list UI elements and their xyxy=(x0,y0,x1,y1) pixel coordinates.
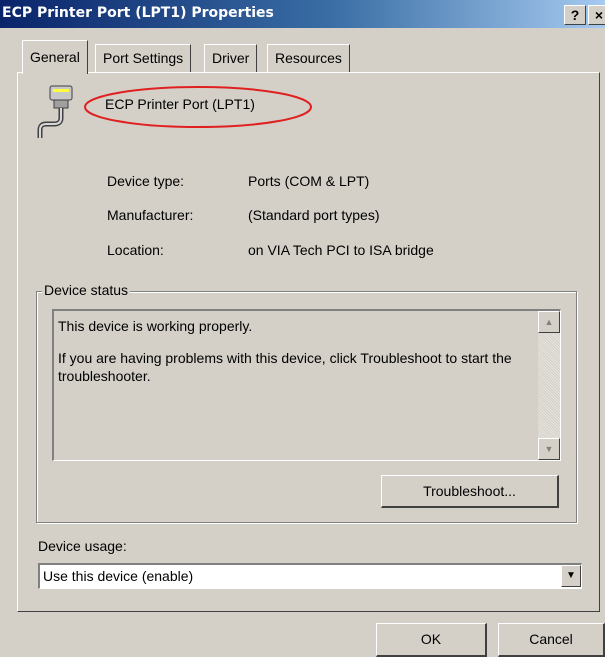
device-type-label: Device type: xyxy=(107,173,185,189)
scroll-down-icon[interactable]: ▼ xyxy=(538,438,560,460)
device-status-box[interactable]: This device is working properly. If you … xyxy=(52,309,561,461)
help-button[interactable]: ? xyxy=(564,5,586,25)
device-type-value: Ports (COM & LPT) xyxy=(248,173,370,189)
ok-button[interactable]: OK xyxy=(376,623,487,657)
tab-general[interactable]: General xyxy=(22,40,88,74)
status-line-2: If you are having problems with this dev… xyxy=(58,350,512,384)
tab-driver[interactable]: Driver xyxy=(204,44,258,72)
scroll-up-icon[interactable]: ▲ xyxy=(538,311,560,333)
device-usage-select[interactable]: Use this device (enable) ▼ xyxy=(38,563,582,589)
location-label: Location: xyxy=(107,242,164,258)
device-usage-label: Device usage: xyxy=(38,538,127,554)
title-bar[interactable]: ECP Printer Port (LPT1) Properties ? × xyxy=(0,0,605,28)
close-button[interactable]: × xyxy=(588,5,605,25)
properties-dialog: ECP Printer Port (LPT1) Properties ? × G… xyxy=(0,0,605,657)
window-title: ECP Printer Port (LPT1) Properties xyxy=(2,5,274,21)
tab-resources[interactable]: Resources xyxy=(267,44,350,72)
cancel-button[interactable]: Cancel xyxy=(498,623,605,657)
location-value: on VIA Tech PCI to ISA bridge xyxy=(248,242,434,258)
chevron-down-icon[interactable]: ▼ xyxy=(561,565,581,587)
highlight-ellipse xyxy=(84,86,312,128)
device-status-text: This device is working properly. If you … xyxy=(58,317,528,399)
manufacturer-label: Manufacturer: xyxy=(107,207,194,223)
status-line-1: This device is working properly. xyxy=(58,318,253,334)
device-usage-value: Use this device (enable) xyxy=(43,568,194,584)
troubleshoot-button[interactable]: Troubleshoot... xyxy=(381,475,559,508)
parallel-port-icon xyxy=(37,85,73,138)
tab-port-settings[interactable]: Port Settings xyxy=(95,44,192,72)
device-status-legend: Device status xyxy=(42,282,131,298)
status-scrollbar[interactable]: ▲ ▼ xyxy=(538,311,560,460)
manufacturer-value: (Standard port types) xyxy=(248,207,380,223)
